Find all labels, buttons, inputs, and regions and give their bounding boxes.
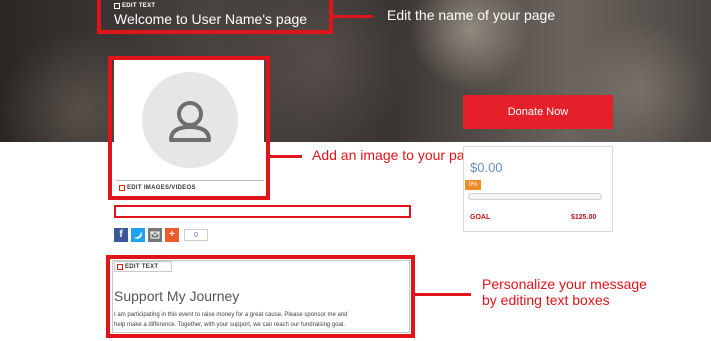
edit-story-label: EDIT TEXT <box>125 263 159 270</box>
amount-raised: $0.00 <box>470 160 503 175</box>
edit-icon <box>117 263 123 270</box>
photo-highlight <box>108 56 270 200</box>
callout-line-image <box>270 155 302 158</box>
progress-bar <box>468 193 602 200</box>
edit-title-label: EDIT TEXT <box>122 3 156 9</box>
facebook-icon[interactable]: f <box>114 228 128 242</box>
story-body-line1[interactable]: I am participating in this event to rais… <box>114 312 347 318</box>
share-count: 0 <box>184 229 208 241</box>
goal-amount: $125.00 <box>571 214 597 221</box>
progress-badge: 0% <box>465 180 481 190</box>
twitter-bird-icon <box>134 231 142 239</box>
callout-message-line2: by editing text boxes <box>482 292 610 308</box>
edit-icon <box>114 3 120 9</box>
highlight-empty-field <box>114 205 411 218</box>
edit-story-button[interactable]: EDIT TEXT <box>114 261 172 272</box>
callout-line-name <box>333 15 373 18</box>
callout-name: Edit the name of your page <box>387 7 556 23</box>
donate-now-button[interactable]: Donate Now <box>463 95 613 129</box>
envelope-icon <box>150 231 160 239</box>
story-body-line2[interactable]: help make a difference. Together, with y… <box>114 322 345 328</box>
story-heading[interactable]: Support My Journey <box>114 288 239 304</box>
twitter-icon[interactable] <box>131 228 145 242</box>
email-icon[interactable] <box>148 228 162 242</box>
goal-label: GOAL <box>470 214 491 221</box>
callout-image: Add an image to your page <box>312 147 481 163</box>
plus-icon[interactable]: + <box>165 228 179 242</box>
callout-line-message <box>415 293 471 296</box>
page-title[interactable]: Welcome to User Name's page <box>114 11 307 27</box>
edit-title-button[interactable]: EDIT TEXT <box>114 3 155 9</box>
callout-message-line1: Personalize your message <box>482 276 647 292</box>
